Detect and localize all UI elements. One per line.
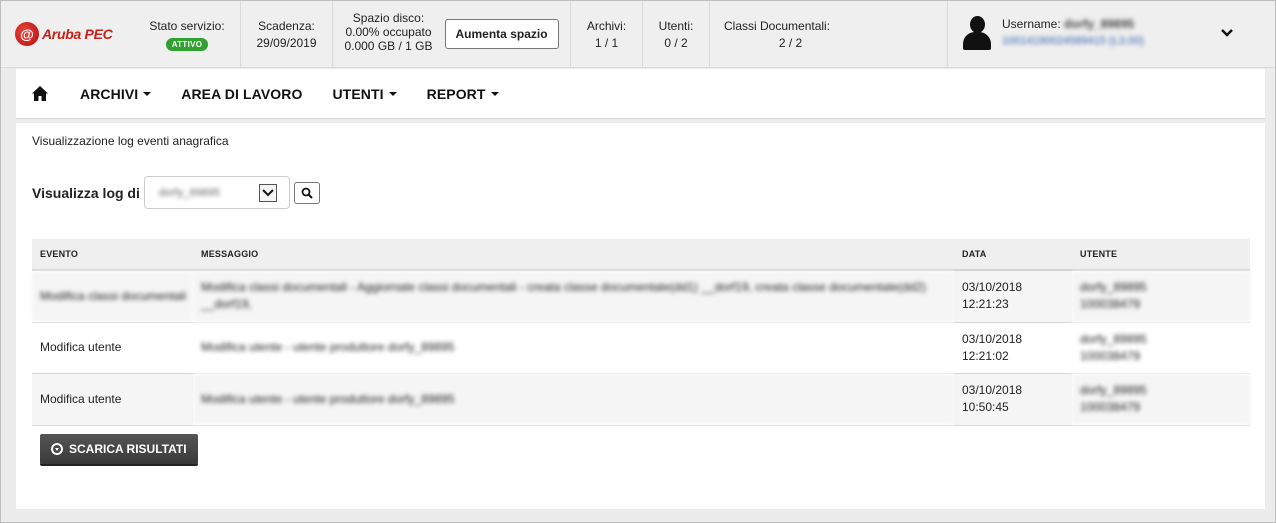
user-select-value: dorfy_89895: [158, 186, 221, 199]
cell-time: 10:50:45: [962, 400, 1009, 414]
cell-data: 03/10/2018 12:21:23: [954, 270, 1072, 323]
table-row: Modifica classi documentali Modifica cla…: [32, 270, 1250, 323]
doc-classes-label: Classi Documentali:: [724, 19, 831, 33]
archives-label: Archivi:: [586, 19, 627, 33]
table-row: Modifica utente Modifica utente - utente…: [32, 373, 1250, 426]
disk-space-label: Spazio disco:: [352, 11, 425, 25]
users-value: 0 / 2: [664, 36, 688, 50]
header-messaggio[interactable]: MESSAGGIO: [193, 239, 954, 271]
caret-down-icon: [490, 91, 499, 96]
main-nav: ARCHIVI AREA DI LAVORO UTENTI REPORT: [16, 69, 1265, 119]
cell-messaggio: Modifica classi documentali - Aggiornate…: [193, 270, 954, 323]
cell-evento: Modifica utente: [32, 373, 193, 426]
username-subtitle: 10014190024589415 (L3.00): [1002, 35, 1144, 47]
caret-down-icon: [388, 91, 397, 96]
download-results-label: SCARICA RISULTATI: [69, 442, 187, 456]
cell-evento: Modifica utente: [32, 322, 193, 374]
download-icon: [51, 443, 63, 455]
cell-messaggio: Modifica utente - utente produttore dorf…: [193, 322, 954, 374]
page-title: Visualizzazione log eventi anagrafica: [32, 134, 229, 148]
table-row: Modifica utente Modifica utente - utente…: [32, 322, 1250, 374]
logo-mark-icon: @: [15, 22, 39, 46]
nav-utenti-label: UTENTI: [332, 85, 384, 102]
user-menu[interactable]: Username: dorfy_89895 10014190024589415 …: [948, 1, 1275, 67]
disk-space-percent: 0.00% occupato: [345, 25, 432, 39]
cell-utente: dorfy_89895 100038479: [1072, 373, 1250, 426]
user-avatar-icon: [962, 16, 992, 52]
log-table: EVENTO MESSAGGIO DATA UTENTE Modifica cl…: [32, 239, 1250, 426]
disk-space-size: 0.000 GB / 1 GB: [344, 39, 433, 53]
users-label: Utenti:: [658, 19, 694, 33]
expiry-label: Scadenza:: [258, 19, 315, 33]
cell-messaggio: Modifica utente - utente produttore dorf…: [193, 373, 954, 426]
user-select[interactable]: dorfy_89895: [143, 176, 290, 209]
cell-time: 12:21:02: [962, 348, 1009, 363]
caret-down-icon: [143, 91, 152, 96]
cell-date: 03/10/2018: [962, 383, 1023, 397]
doc-classes-count: Classi Documentali: 2 / 2: [710, 1, 948, 67]
nav-archivi-label: ARCHIVI: [80, 85, 139, 102]
nav-area-di-lavoro[interactable]: AREA DI LAVORO: [181, 86, 302, 102]
table-header-row: EVENTO MESSAGGIO DATA UTENTE: [32, 239, 1250, 271]
home-icon[interactable]: [31, 85, 49, 103]
cell-user: dorfy_89895: [1080, 383, 1147, 397]
doc-classes-value: 2 / 2: [778, 36, 803, 50]
brand-name: Aruba PEC: [42, 26, 113, 42]
nav-archivi[interactable]: ARCHIVI: [80, 85, 152, 102]
cell-user: dorfy_89895: [1080, 280, 1147, 295]
main-panel: Visualizzazione log eventi anagrafica Vi…: [16, 123, 1265, 509]
cell-user-sub: 100038479: [1080, 297, 1141, 312]
increase-space-button[interactable]: Aumenta spazio: [444, 19, 559, 49]
cell-user-sub: 100038479: [1080, 348, 1141, 363]
chevron-down-icon[interactable]: [1221, 25, 1233, 40]
nav-report-label: REPORT: [426, 85, 486, 102]
aruba-pec-logo[interactable]: @ Aruba PEC: [1, 1, 134, 67]
status-badge: ATTIVO: [165, 38, 209, 51]
cell-evento: Modifica classi documentali: [32, 270, 193, 323]
chevron-down-icon[interactable]: [258, 184, 277, 202]
users-count: Utenti: 0 / 2: [643, 1, 710, 67]
cell-utente: dorfy_89895 100038479: [1072, 270, 1250, 323]
nav-area-di-lavoro-label: AREA DI LAVORO: [181, 85, 303, 102]
header-evento[interactable]: EVENTO: [32, 239, 193, 271]
service-status: Stato servizio: ATTIVO: [134, 1, 241, 67]
nav-utenti[interactable]: UTENTI: [332, 85, 397, 102]
expiry-value: 29/09/2019: [256, 36, 317, 50]
cell-date: 03/10/2018: [962, 331, 1023, 346]
download-results-button[interactable]: SCARICA RISULTATI: [40, 434, 198, 464]
username-value: dorfy_89895: [1064, 17, 1135, 31]
archives-count: Archivi: 1 / 1: [571, 1, 643, 67]
search-button[interactable]: [293, 181, 320, 204]
cell-utente: dorfy_89895 100038479: [1072, 322, 1250, 374]
log-filter: Visualizza log di dorfy_89895: [32, 176, 320, 209]
cell-user: dorfy_89895: [1080, 331, 1147, 346]
service-status-label: Stato servizio:: [149, 19, 225, 33]
expiry: Scadenza: 29/09/2019: [241, 1, 333, 67]
cell-date: 03/10/2018: [962, 280, 1023, 295]
cell-user-sub: 100038479: [1080, 400, 1141, 414]
status-bar: @ Aruba PEC Stato servizio: ATTIVO Scade…: [1, 1, 1275, 68]
header-data[interactable]: DATA: [954, 239, 1072, 271]
cell-time: 12:21:23: [962, 297, 1009, 312]
username-label: Username:: [1002, 17, 1061, 31]
filter-label: Visualizza log di: [32, 184, 140, 201]
nav-report[interactable]: REPORT: [427, 86, 499, 102]
cell-data: 03/10/2018 12:21:02: [954, 322, 1072, 374]
disk-space: Spazio disco: 0.00% occupato 0.000 GB / …: [333, 1, 571, 67]
archives-value: 1 / 1: [594, 36, 619, 50]
cell-data: 03/10/2018 10:50:45: [954, 373, 1072, 426]
search-icon: [301, 187, 313, 199]
header-utente[interactable]: UTENTE: [1072, 239, 1250, 271]
